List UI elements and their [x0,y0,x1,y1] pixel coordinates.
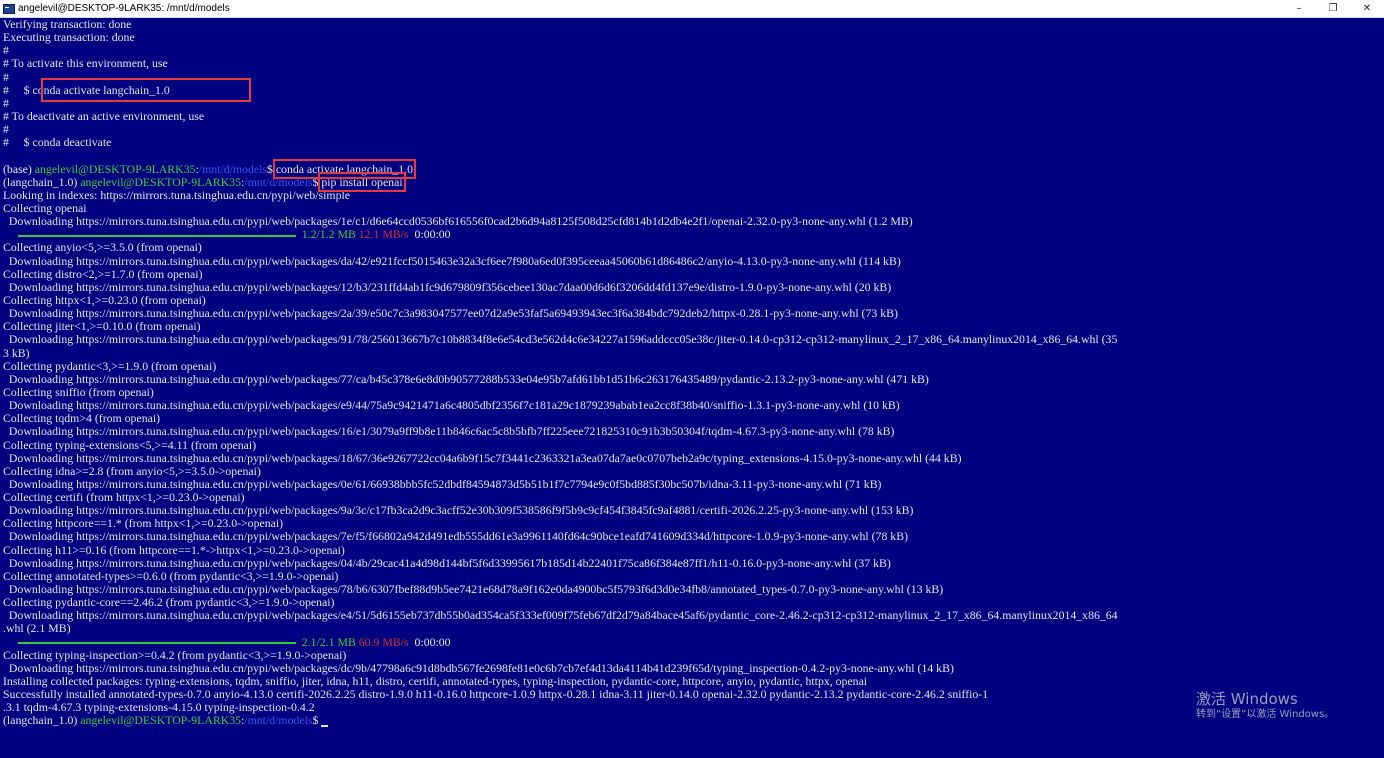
close-button[interactable]: ✕ [1350,0,1384,17]
prompt-dollar: $ [266,161,276,176]
terminal-line: Downloading https://mirrors.tuna.tsinghu… [3,608,1118,623]
terminal-line: # [3,69,9,84]
download-progress-line: 1.2/1.2 MB 12.1 MB/s 0:00:00 [3,228,1384,241]
prompt-path: /mnt/d/models [198,161,267,176]
terminal-line: # [3,122,9,137]
terminal-line: Collecting typing-inspection>=0.4.2 (fro… [3,647,347,662]
progress-bar [17,234,296,237]
terminal-line: # To activate this environment, use [3,56,168,71]
terminal-line: Downloading https://mirrors.tuna.tsinghu… [3,214,913,229]
progress-speed: 60.9 MB/s [358,634,409,649]
terminal-line: Downloading https://mirrors.tuna.tsinghu… [3,279,892,294]
terminal-app-icon [3,3,15,14]
prompt-path: /mnt/d/models [244,713,313,728]
text-cursor [321,724,329,727]
terminal-line: Collecting distro<2,>=1.7.0 (from openai… [3,266,203,281]
prompt-command: pip install openai [318,171,406,192]
progress-eta: 0:00:00 [414,634,451,649]
download-progress-line: 2.1/2.1 MB 60.9 MB/s 0:00:00 [3,634,1384,649]
terminal-line: # [3,43,9,58]
prompt-env: (langchain_1.0) [3,713,81,728]
shell-prompt-line: (langchain_1.0) angelevil@DESKTOP-9LARK3… [3,714,1384,727]
window-controls: – ❐ ✕ [1282,0,1384,17]
prompt-user-host: angelevil@DESKTOP-9LARK35 [80,713,242,728]
terminal-line: Collecting h11>=0.16 (from httpcore==1.*… [3,542,345,557]
watermark-line2: 转到“设置”以激活 Windows。 [1196,709,1335,720]
terminal-line: Executing transaction: done [3,30,135,45]
terminal-line: Collecting idna>=2.8 (from anyio<5,>=3.5… [3,463,261,478]
prompt-user-host: angelevil@DESKTOP-9LARK35 [34,161,196,176]
prompt-env: (langchain_1.0) [3,174,81,189]
terminal-line: Downloading https://mirrors.tuna.tsinghu… [3,253,901,268]
terminal-line: 3 kB) [3,345,30,360]
terminal-line: Downloading https://mirrors.tuna.tsinghu… [3,555,891,570]
prompt-path: /mnt/d/models [244,174,313,189]
terminal-line: Looking in indexes: https://mirrors.tuna… [3,187,350,202]
terminal-line: Downloading https://mirrors.tuna.tsinghu… [3,306,898,321]
progress-size: 1.2/1.2 MB [301,227,356,242]
terminal-line: Downloading https://mirrors.tuna.tsinghu… [3,398,900,413]
minimize-button[interactable]: – [1282,0,1316,17]
terminal-line: .whl (2.1 MB) [3,621,71,636]
watermark-line1: 激活 Windows [1196,690,1298,708]
terminal-line: Collecting pydantic<3,>=1.9.0 (from open… [3,358,217,373]
title-bar[interactable]: angelevil@DESKTOP-9LARK35: /mnt/d/models… [0,0,1384,18]
progress-eta: 0:00:00 [414,227,451,242]
progress-bar [17,641,296,644]
shell-prompt-line: (langchain_1.0) angelevil@DESKTOP-9LARK3… [3,171,1384,192]
terminal-line: Collecting anyio<5,>=3.5.0 (from openai) [3,240,202,255]
windows-activation-watermark: 激活 Windows 转到“设置”以激活 Windows。 [1196,690,1334,722]
window-title: angelevil@DESKTOP-9LARK35: /mnt/d/models [18,3,230,14]
terminal-line: Downloading https://mirrors.tuna.tsinghu… [3,332,1118,347]
terminal-line: Collecting typing-extensions<5,>=4.11 (f… [3,437,257,452]
maximize-button[interactable]: ❐ [1316,0,1350,17]
prompt-user-host: angelevil@DESKTOP-9LARK35 [80,174,242,189]
prompt-command: conda activate langchain_1.0 [272,158,417,179]
terminal-line: Downloading https://mirrors.tuna.tsinghu… [3,424,895,439]
terminal-line: # $ conda deactivate [3,135,112,150]
terminal-line: # [3,95,9,110]
prompt-dollar: $ [312,174,322,189]
terminal-line: Downloading https://mirrors.tuna.tsinghu… [3,371,929,386]
prompt-env: (base) [3,161,35,176]
terminal-line: Downloading https://mirrors.tuna.tsinghu… [3,529,908,544]
progress-size: 2.1/2.1 MB [301,634,356,649]
terminal-line: # $ conda activate langchain_1.0 [3,82,170,97]
progress-speed: 12.1 MB/s [358,227,409,242]
prompt-dollar: $ [312,713,322,728]
terminal-line: Verifying transaction: done [3,18,132,31]
terminal-line: # To deactivate an active environment, u… [3,108,205,123]
terminal-window: angelevil@DESKTOP-9LARK35: /mnt/d/models… [0,0,1384,758]
terminal-output[interactable]: Verifying transaction: done Executing tra… [3,18,1384,758]
terminal-line: Downloading https://mirrors.tuna.tsinghu… [3,450,962,465]
